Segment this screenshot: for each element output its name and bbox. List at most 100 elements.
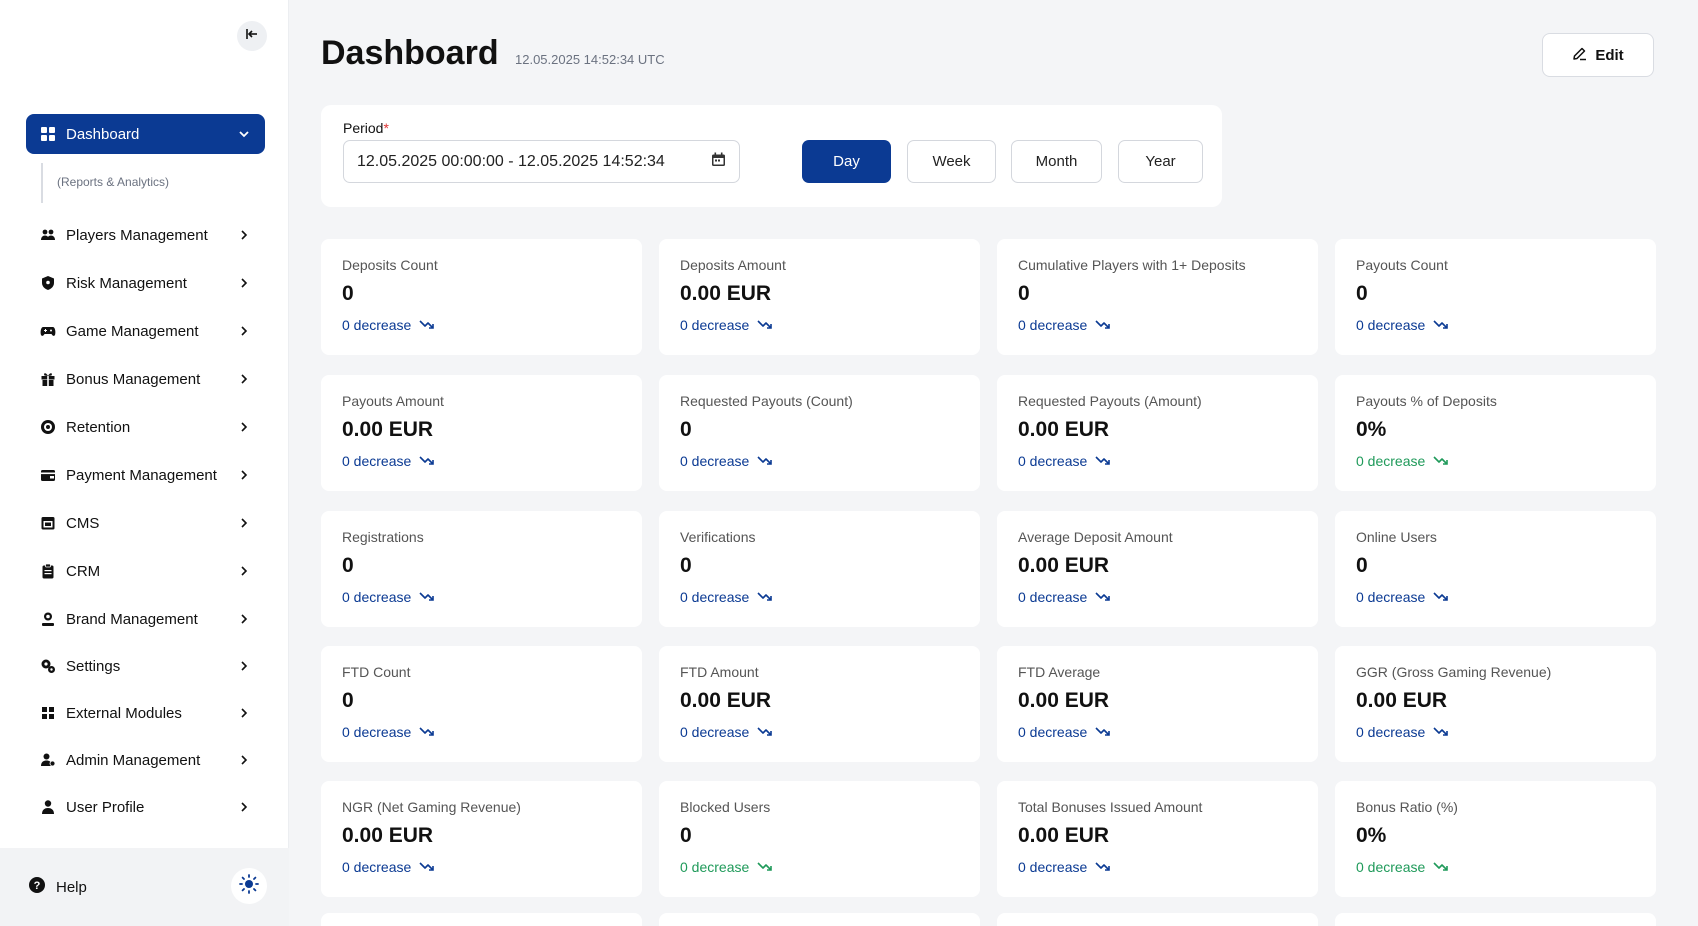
sidebar-item-payment-management[interactable]: Payment Management <box>26 457 265 493</box>
metric-value: 0% <box>1356 418 1387 441</box>
metric-change: 0 decrease <box>1356 589 1449 605</box>
metric-change-label: 0 decrease <box>1018 453 1088 469</box>
metric-title: Requested Payouts (Amount) <box>1018 393 1202 409</box>
chevron-right-icon <box>237 324 251 338</box>
metric-title: Bonus Ratio (%) <box>1356 799 1458 815</box>
metric-title: Requested Payouts (Count) <box>680 393 853 409</box>
metric-card: GGR (Gross Gaming Revenue) 0.00 EUR 0 decr… <box>1335 646 1656 762</box>
metric-title: Cumulative Players with 1+ Deposits <box>1018 257 1246 273</box>
metric-card: Registrations 0 0 decrease <box>321 511 642 627</box>
metric-card-partial <box>997 913 1318 926</box>
sidebar-item-external-modules[interactable]: External Modules <box>26 695 265 731</box>
trend-down-icon <box>757 591 773 603</box>
sidebar-item-label: CMS <box>66 514 100 532</box>
sidebar-item-crm[interactable]: CRM <box>26 553 265 589</box>
metric-change-label: 0 decrease <box>1018 859 1088 875</box>
sidebar-item-label: CRM <box>66 562 101 580</box>
svg-text:?: ? <box>34 880 41 892</box>
metric-card: Blocked Users 0 0 decrease <box>659 781 980 897</box>
metric-change: 0 decrease <box>680 317 773 333</box>
submenu-divider <box>41 163 43 203</box>
period-month-button[interactable]: Month <box>1011 140 1102 183</box>
sidebar-item-label: Payment Management <box>66 466 217 484</box>
sidebar-item-dashboard[interactable]: Dashboard <box>26 114 265 154</box>
sidebar-item-players-management[interactable]: Players Management <box>26 217 265 253</box>
sidebar-item-retention[interactable]: Retention <box>26 409 265 445</box>
user-icon <box>40 799 56 815</box>
period-day-button[interactable]: Day <box>802 140 891 183</box>
gift-icon <box>40 371 56 387</box>
metric-value: 0 <box>1356 282 1368 305</box>
trend-down-icon <box>419 455 435 467</box>
metric-card: Deposits Count 0 0 decrease <box>321 239 642 355</box>
sidebar-item-game-management[interactable]: Game Management <box>26 313 265 349</box>
metric-change-label: 0 decrease <box>1356 589 1426 605</box>
metric-change: 0 decrease <box>1356 317 1449 333</box>
sidebar-item-user-profile[interactable]: User Profile <box>26 789 265 825</box>
sidebar-item-label: Dashboard <box>66 125 140 143</box>
sidebar-item-label: Players Management <box>66 226 208 244</box>
metric-card: Verifications 0 0 decrease <box>659 511 980 627</box>
metric-change: 0 decrease <box>342 317 435 333</box>
metric-value: 0 <box>342 282 354 305</box>
pencil-icon <box>1572 46 1587 65</box>
theme-toggle-button[interactable] <box>231 868 267 904</box>
chevron-right-icon <box>237 800 251 814</box>
metric-value: 0% <box>1356 824 1387 847</box>
sidebar-item-label: Game Management <box>66 322 199 340</box>
period-date-range-input[interactable]: 12.05.2025 00:00:00 - 12.05.2025 14:52:3… <box>343 140 740 183</box>
sidebar-item-admin-management[interactable]: Admin Management <box>26 742 265 778</box>
calendar-icon[interactable] <box>711 152 726 172</box>
metric-change: 0 decrease <box>342 589 435 605</box>
sidebar-item-risk-management[interactable]: Risk Management <box>26 265 265 301</box>
trend-down-icon <box>1433 455 1449 467</box>
trend-down-icon <box>757 861 773 873</box>
metric-change: 0 decrease <box>1018 589 1111 605</box>
metric-value: 0.00 EUR <box>1018 689 1110 712</box>
period-date-range-value: 12.05.2025 00:00:00 - 12.05.2025 14:52:3… <box>357 152 665 170</box>
metric-card: Payouts % of Deposits 0% 0 decrease <box>1335 375 1656 491</box>
metric-value: 0.00 EUR <box>1356 689 1448 712</box>
help-link[interactable]: ? Help <box>28 876 87 898</box>
sidebar-item-brand-management[interactable]: Brand Management <box>26 601 265 637</box>
metric-change: 0 decrease <box>1018 453 1111 469</box>
sidebar-item-label: Retention <box>66 418 131 436</box>
metric-change-label: 0 decrease <box>680 317 750 333</box>
help-icon: ? <box>28 876 46 898</box>
metric-card: FTD Count 0 0 decrease <box>321 646 642 762</box>
metric-value: 0.00 EUR <box>1018 554 1110 577</box>
trend-down-icon <box>757 319 773 331</box>
sidebar-subitem-reports[interactable]: (Reports & Analytics) <box>57 175 169 189</box>
sidebar-item-bonus-management[interactable]: Bonus Management <box>26 361 265 397</box>
gears-icon <box>40 658 56 674</box>
metric-card: Bonus Ratio (%) 0% 0 decrease <box>1335 781 1656 897</box>
metric-change: 0 decrease <box>1356 724 1449 740</box>
metric-value: 0 <box>342 689 354 712</box>
sidebar-item-cms[interactable]: CMS <box>26 505 265 541</box>
metric-card: FTD Average 0.00 EUR 0 decrease <box>997 646 1318 762</box>
metric-change-label: 0 decrease <box>1018 317 1088 333</box>
chevron-right-icon <box>237 564 251 578</box>
sidebar-item-settings[interactable]: Settings <box>26 648 265 684</box>
metric-card: Payouts Amount 0.00 EUR 0 decrease <box>321 375 642 491</box>
sidebar-collapse-button[interactable] <box>237 21 267 51</box>
period-week-button[interactable]: Week <box>907 140 996 183</box>
metric-card: Payouts Count 0 0 decrease <box>1335 239 1656 355</box>
metric-change: 0 decrease <box>342 724 435 740</box>
metric-change: 0 decrease <box>1018 859 1111 875</box>
page-timestamp: 12.05.2025 14:52:34 UTC <box>515 52 665 67</box>
sidebar-item-label: Admin Management <box>66 751 201 769</box>
edit-button[interactable]: Edit <box>1542 33 1654 77</box>
metric-card: Requested Payouts (Amount) 0.00 EUR 0 decr… <box>997 375 1318 491</box>
period-year-button[interactable]: Year <box>1118 140 1203 183</box>
metric-change-label: 0 decrease <box>342 724 412 740</box>
grid-icon <box>40 705 56 721</box>
metric-change-label: 0 decrease <box>680 589 750 605</box>
chevron-right-icon <box>237 659 251 673</box>
brand-icon <box>40 611 56 627</box>
metric-change-label: 0 decrease <box>1356 317 1426 333</box>
metric-change: 0 decrease <box>1018 724 1111 740</box>
sidebar-collapse-icon <box>245 27 259 46</box>
wallet-icon <box>40 467 56 483</box>
chevron-right-icon <box>237 420 251 434</box>
